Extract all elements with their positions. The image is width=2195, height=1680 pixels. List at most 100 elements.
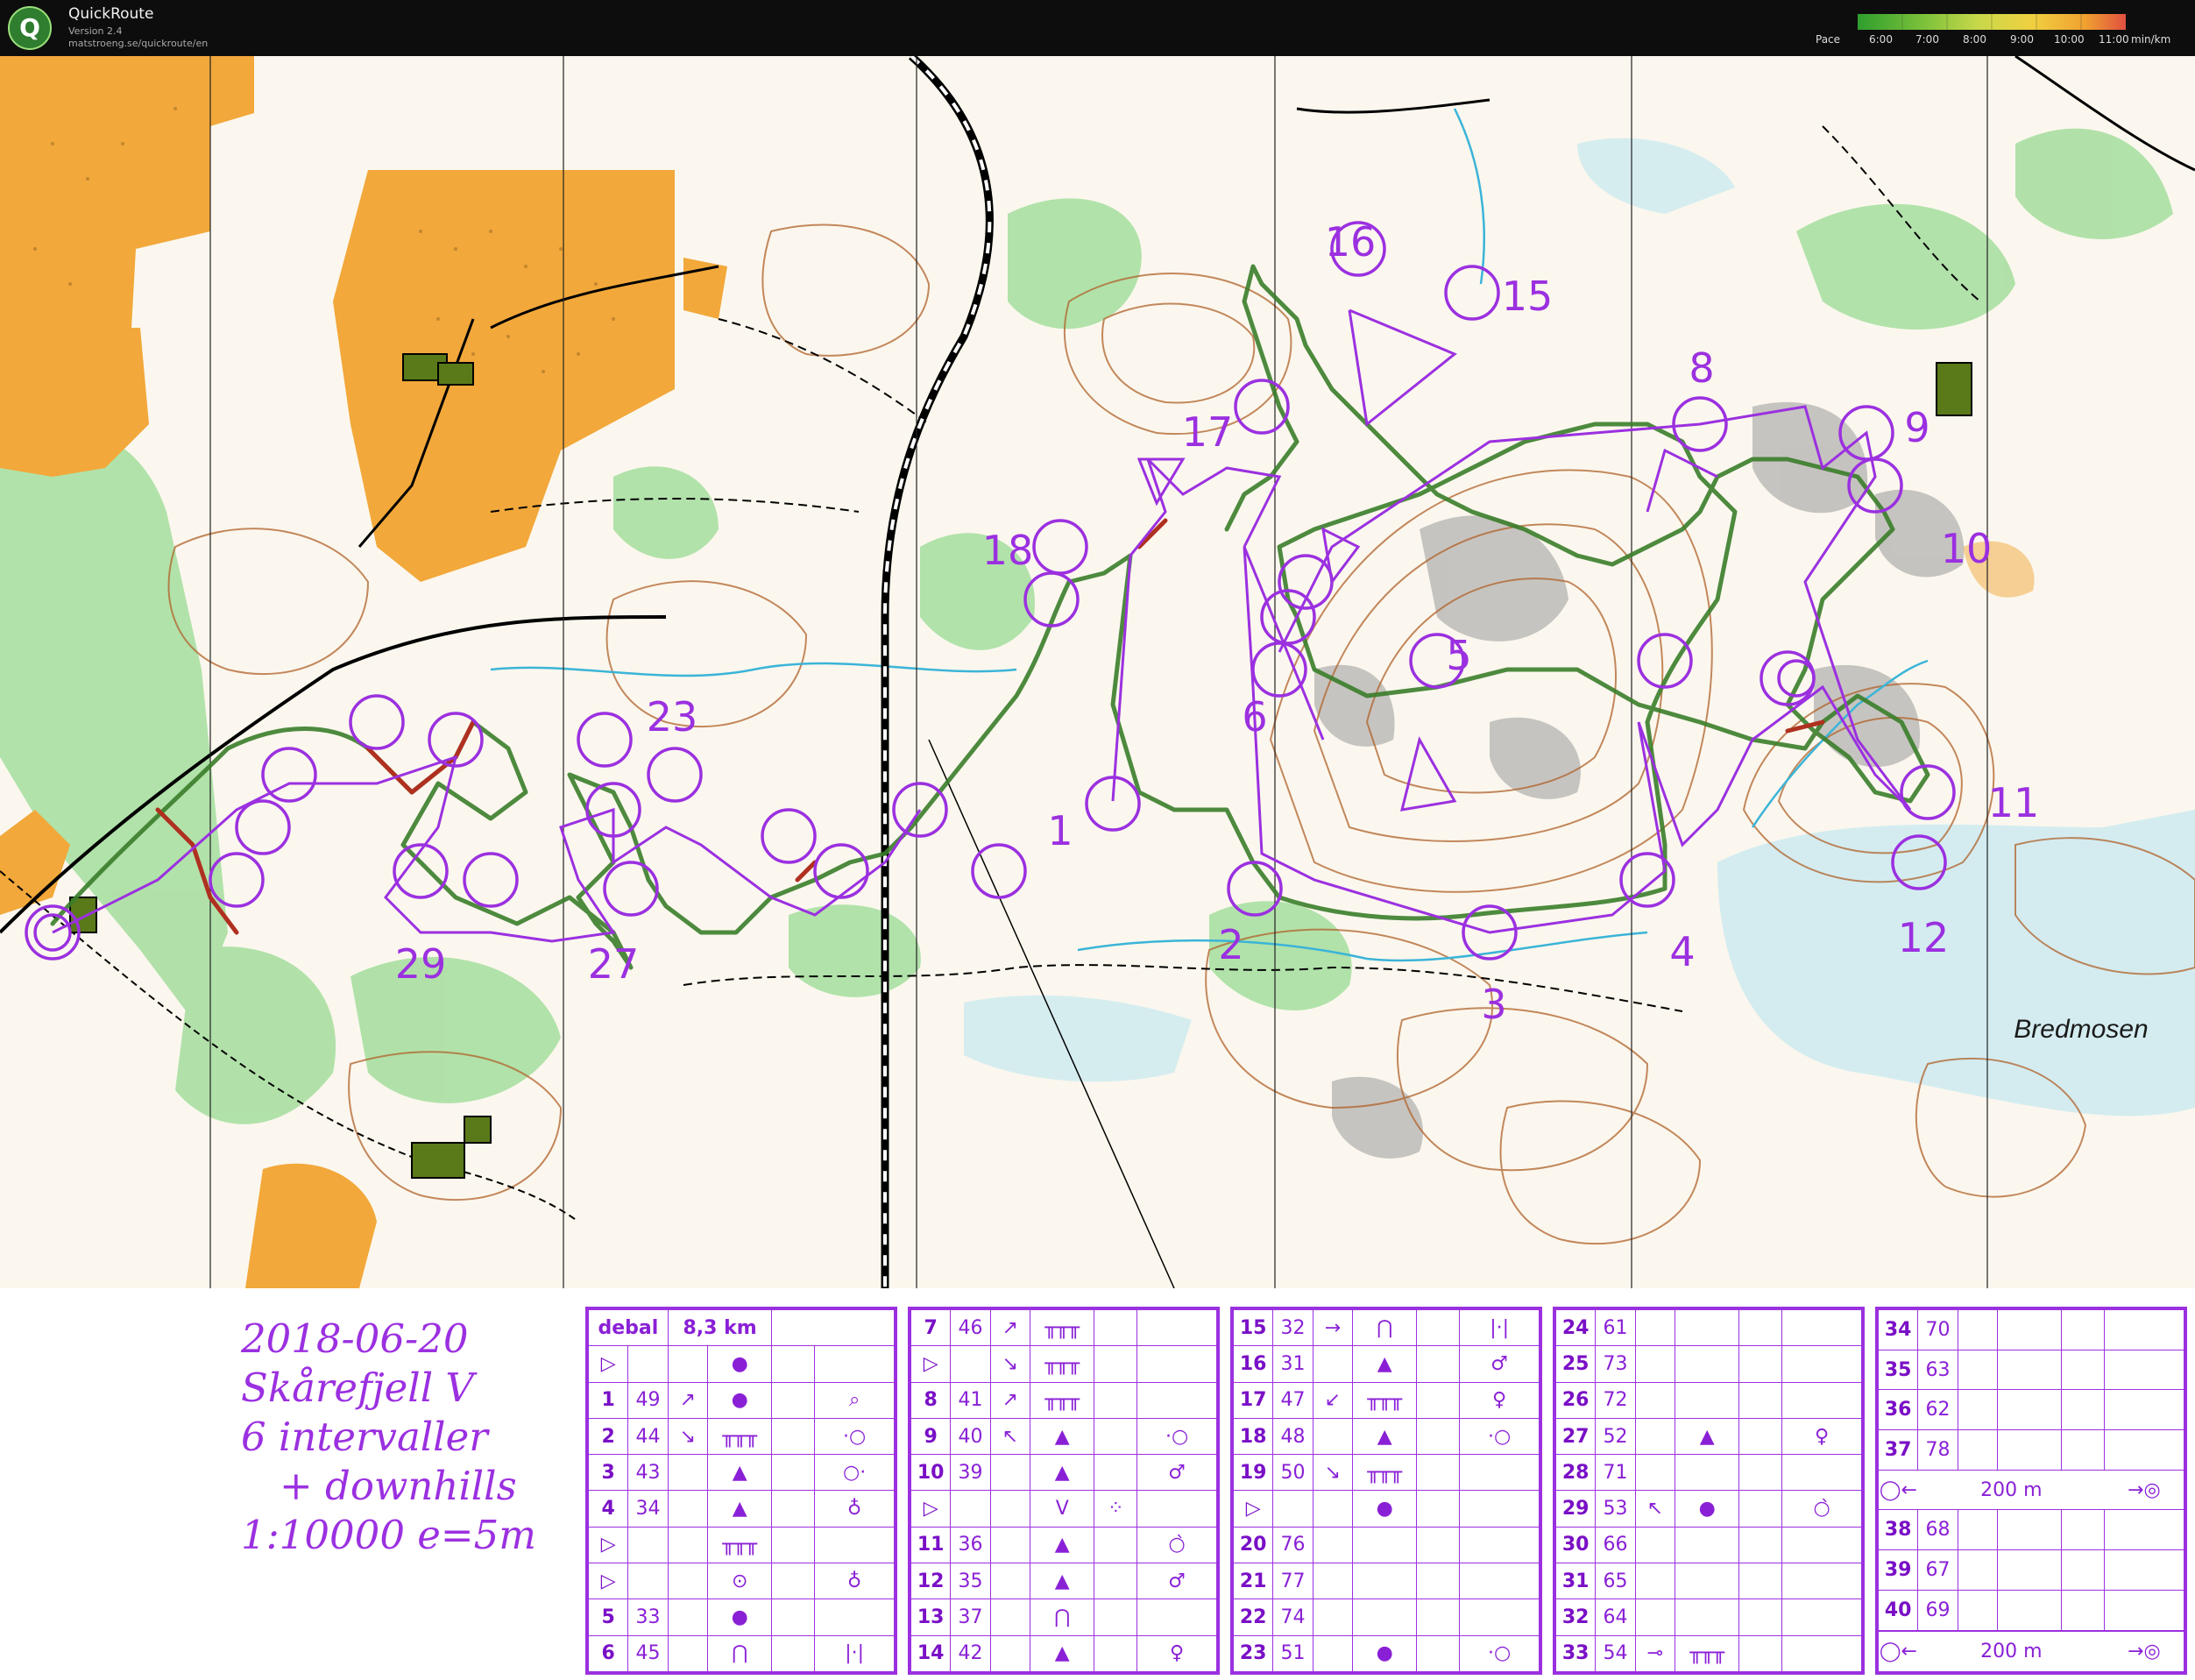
control-location	[1136, 1345, 1217, 1383]
control-code: 52	[1595, 1417, 1636, 1456]
feature-detail	[771, 1417, 816, 1456]
control-code: 44	[627, 1417, 669, 1456]
description-row: 15 32 → ⋂ |·|	[1232, 1308, 1540, 1347]
feature-direction	[1312, 1345, 1354, 1383]
feature-direction	[1634, 1381, 1676, 1419]
pace-color-scale	[1858, 14, 2126, 30]
control-location: ♁	[814, 1490, 895, 1528]
control-location	[2104, 1429, 2184, 1471]
control-code	[950, 1345, 991, 1383]
control-sequence: 27	[1554, 1417, 1597, 1456]
control-code: 61	[1595, 1308, 1636, 1347]
control-number: 15	[1502, 273, 1554, 320]
control-sequence: 18	[1232, 1417, 1274, 1456]
control-location	[1781, 1308, 1862, 1347]
control-number: 29	[395, 940, 447, 988]
feature-symbol: ╥╥╥	[1352, 1454, 1418, 1492]
feature-detail	[771, 1454, 816, 1492]
control-code: 47	[1272, 1381, 1313, 1419]
description-row: ▷ ●	[1232, 1490, 1540, 1528]
description-row: ◯← 200 m →◎	[1877, 1631, 2184, 1672]
feature-direction	[1312, 1563, 1354, 1600]
description-row: 32 64	[1554, 1598, 1862, 1636]
feature-direction	[1634, 1598, 1676, 1636]
control-code: 32	[1272, 1308, 1313, 1347]
finish-start-symbol: ◯←	[1877, 1631, 1918, 1672]
control-location: |·|	[814, 1634, 895, 1673]
control-code: 39	[950, 1454, 991, 1492]
control-sequence: 28	[1554, 1454, 1597, 1492]
app-name: QuickRoute	[68, 5, 154, 23]
description-row: 22 74	[1232, 1598, 1540, 1636]
description-row: ▷ ●	[587, 1345, 895, 1383]
control-code: 42	[950, 1634, 991, 1673]
feature-detail	[2061, 1389, 2106, 1431]
feature-detail	[2061, 1309, 2106, 1350]
description-row: 24 61	[1554, 1308, 1862, 1347]
feature-direction: ↖	[1634, 1490, 1676, 1528]
control-code: 45	[627, 1634, 669, 1673]
control-number: 2	[1218, 921, 1243, 968]
feature-symbol: ▲	[1675, 1417, 1740, 1456]
control-sequence: ▷	[910, 1345, 952, 1383]
description-row: 21 77	[1232, 1563, 1540, 1600]
control-location	[2104, 1349, 2184, 1391]
feature-direction: ↘	[667, 1417, 709, 1456]
feature-symbol	[1675, 1563, 1740, 1600]
description-row: ◯← 200 m →◎	[1877, 1469, 2184, 1511]
feature-detail	[1094, 1345, 1138, 1383]
description-row: 3 43 ▲ ○·	[587, 1454, 895, 1492]
control-sequence: 29	[1554, 1490, 1597, 1528]
description-column-1: debal 8,3 km ▷ ● 1 49 ↗ ● ⌕ 2 44 ↘ ╥╥╥ ·○ 3 43 ▲ ○· 4 34 ▲ ♁ ▷…	[585, 1307, 897, 1675]
control-code: 49	[627, 1381, 669, 1419]
feature-symbol: ▲	[1030, 1454, 1095, 1492]
feature-direction	[989, 1454, 1031, 1492]
feature-direction	[1957, 1589, 1999, 1631]
feature-direction	[1957, 1349, 1999, 1391]
feature-symbol	[1352, 1526, 1418, 1564]
description-row: 17 47 ↙ ╥╥╥ ♀	[1232, 1381, 1540, 1419]
pace-unit: min/km	[2131, 33, 2171, 46]
course-length: 8,3 km	[667, 1308, 773, 1347]
feature-detail	[1416, 1308, 1461, 1347]
feature-symbol: ╥╥╥	[1030, 1308, 1095, 1347]
control-code	[627, 1345, 669, 1383]
control-code: 37	[950, 1598, 991, 1636]
control-code: 48	[1272, 1417, 1313, 1456]
feature-detail	[1094, 1381, 1138, 1419]
control-sequence: ▷	[910, 1490, 952, 1528]
session-description: 6 intervaller	[241, 1414, 488, 1460]
control-code: 68	[1917, 1509, 1958, 1551]
control-code: 41	[950, 1381, 991, 1419]
control-location: ⌕	[814, 1381, 895, 1419]
feature-symbol	[1675, 1454, 1740, 1492]
control-location	[1781, 1454, 1862, 1492]
description-row: 28 71	[1554, 1454, 1862, 1492]
feature-symbol: ●	[1352, 1490, 1418, 1528]
control-location	[1136, 1381, 1217, 1419]
control-code: 51	[1272, 1634, 1313, 1673]
feature-symbol	[1997, 1349, 2063, 1391]
pace-tick: 8:00	[1963, 33, 1986, 46]
feature-detail	[771, 1345, 816, 1383]
control-sequence: 33	[1554, 1634, 1597, 1673]
control-code	[627, 1563, 669, 1600]
orienteering-map[interactable]: 1 2 3 4 5 6 8 9 10 11 12 15 16 17 18 23 …	[0, 56, 2195, 1288]
description-row: ▷ ↘ ╥╥╥	[910, 1345, 1217, 1383]
feature-direction: ↘	[1312, 1454, 1354, 1492]
control-location: ♀	[1136, 1634, 1217, 1673]
pace-tick: 7:00	[1915, 33, 1939, 46]
control-location	[2104, 1589, 2184, 1631]
feature-symbol: ▲	[707, 1490, 773, 1528]
description-row: ▷ V ⁘	[910, 1490, 1217, 1528]
distance-text: 200 m	[1917, 1469, 2105, 1511]
control-location: ♁	[814, 1563, 895, 1600]
quickroute-logo-icon: Q	[8, 6, 52, 50]
app-url[interactable]: matstroeng.se/quickroute/en	[68, 38, 208, 49]
control-code: 65	[1595, 1563, 1636, 1600]
feature-detail	[1738, 1308, 1783, 1347]
description-row: 1 49 ↗ ● ⌕	[587, 1381, 895, 1419]
control-location: ♂	[1459, 1345, 1540, 1383]
feature-direction: ⊸	[1634, 1634, 1676, 1673]
description-row: 29 53 ↖ ● ○̀	[1554, 1490, 1862, 1528]
